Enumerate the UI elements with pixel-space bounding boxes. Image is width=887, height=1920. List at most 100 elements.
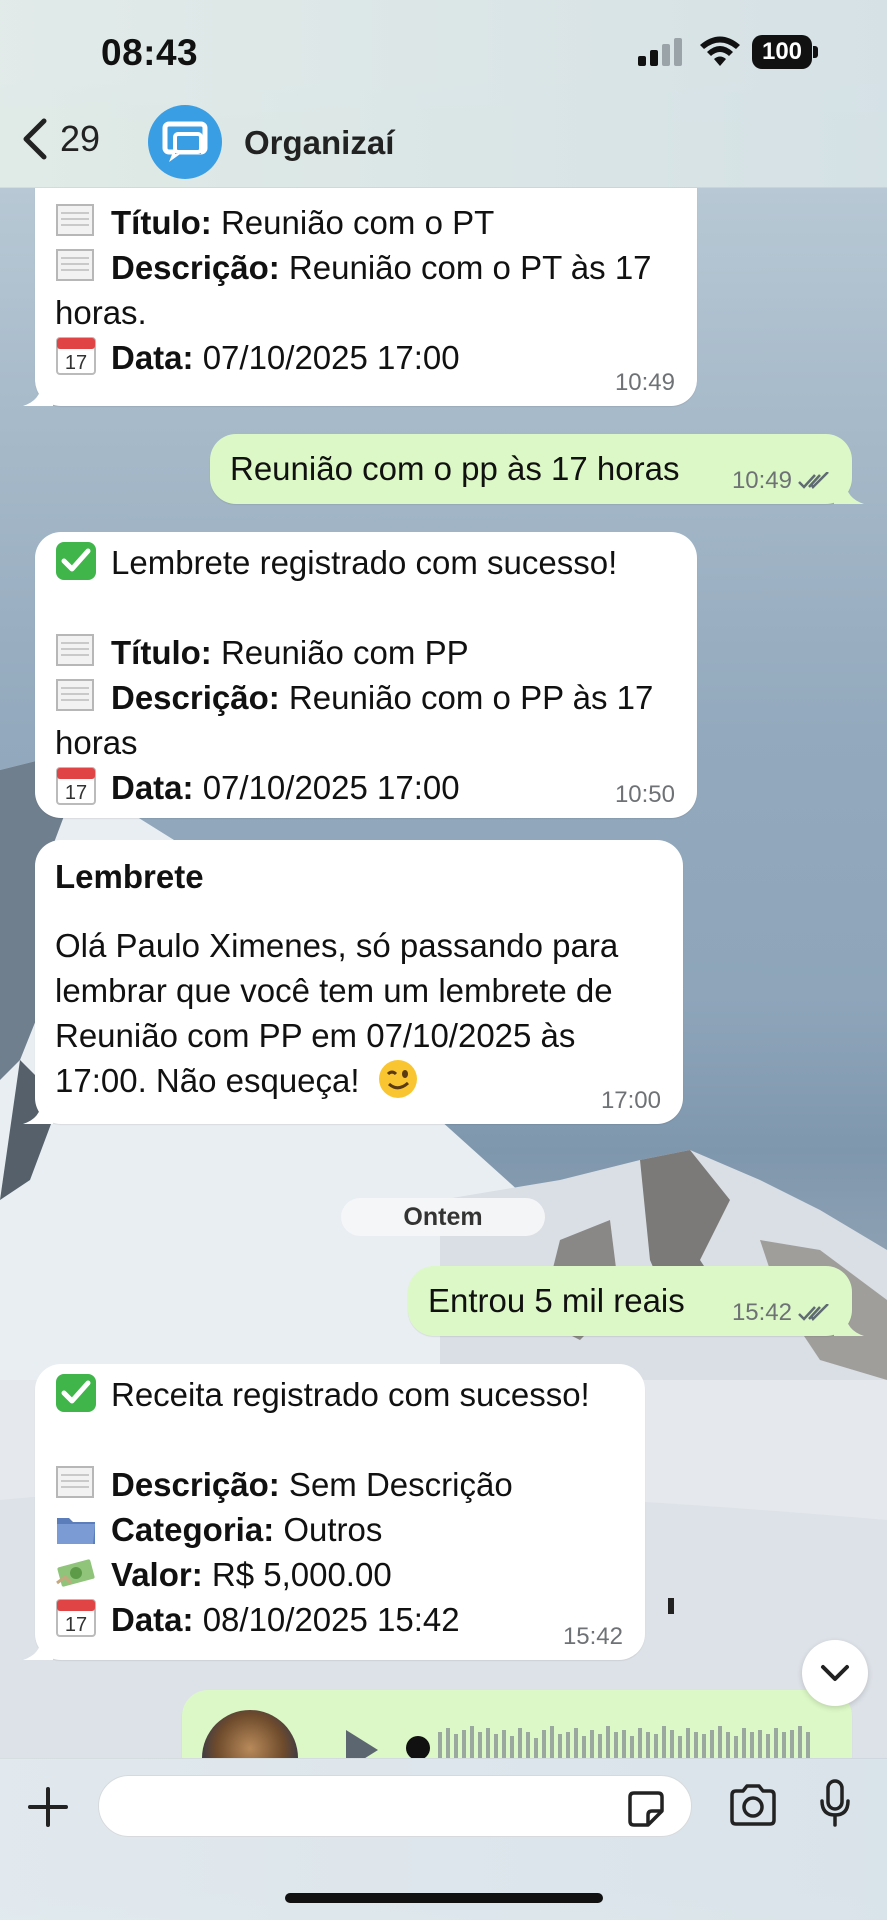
message-line: 17 Data: 07/10/2025 17:00 bbox=[55, 335, 677, 380]
battery-level: 100 bbox=[752, 35, 812, 69]
field-value: Reunião com PP bbox=[211, 634, 469, 671]
field-value: Outros bbox=[274, 1511, 383, 1548]
chevron-down-icon bbox=[821, 1665, 849, 1681]
message-line: Olá Paulo Ximenes, só passando para bbox=[55, 927, 619, 964]
wink-emoji-icon bbox=[378, 1060, 417, 1098]
calendar-icon: 17 bbox=[56, 1599, 96, 1637]
back-button[interactable]: 29 bbox=[20, 118, 100, 160]
message-line: Descrição: Reunião com o PT às 17 bbox=[55, 245, 677, 290]
plus-icon[interactable] bbox=[26, 1785, 70, 1829]
calendar-icon: 17 bbox=[56, 337, 96, 375]
message-line: Valor: R$ 5,000.00 bbox=[55, 1552, 625, 1597]
voice-message[interactable] bbox=[182, 1690, 852, 1758]
message-incoming[interactable]: Título: Reunião com o PT Descrição: Reun… bbox=[23, 188, 697, 406]
message-time: 10:49 bbox=[732, 468, 830, 494]
message-line: Reunião com PP em 07/10/2025 às bbox=[55, 1017, 576, 1054]
field-value: Reunião com o PP às 17 bbox=[279, 679, 654, 716]
field-value: Sem Descrição bbox=[279, 1466, 513, 1503]
play-icon[interactable] bbox=[342, 1728, 382, 1758]
field-label: Descrição: bbox=[111, 679, 280, 716]
folder-icon bbox=[57, 1518, 95, 1544]
message-time: 17:00 bbox=[600, 1087, 661, 1114]
field-value: 07/10/2025 17:00 bbox=[193, 769, 460, 806]
message-time: 15:42 bbox=[732, 1300, 830, 1326]
wifi-icon bbox=[700, 36, 740, 66]
message-line: Título: Reunião com PP bbox=[55, 630, 677, 675]
back-chevron-icon bbox=[23, 118, 47, 160]
unread-count: 29 bbox=[60, 118, 101, 159]
message-list[interactable]: Título: Reunião com o PT Descrição: Reun… bbox=[0, 188, 887, 1758]
message-line: Descrição: Reunião com o PP às 17 bbox=[55, 675, 677, 720]
message-line: Descrição: Sem Descrição bbox=[55, 1462, 625, 1507]
field-label: Data: bbox=[111, 1601, 194, 1638]
message-time: 10:49 bbox=[614, 369, 675, 396]
camera-icon[interactable] bbox=[728, 1783, 778, 1827]
message-line: Receita registrado com sucesso! bbox=[55, 1372, 625, 1417]
page-icon bbox=[56, 249, 94, 281]
message-outgoing[interactable]: Reunião com o pp às 17 horas 10:49 bbox=[210, 434, 864, 504]
time-text: 15:42 bbox=[731, 1299, 792, 1326]
chat-header: 08:43 100 29 Organizaí bbox=[0, 0, 887, 188]
voice-waveform[interactable] bbox=[404, 1720, 824, 1758]
field-label: Título: bbox=[111, 204, 212, 241]
svg-text:17: 17 bbox=[65, 782, 87, 804]
message-incoming[interactable]: Receita registrado com sucesso! Descriçã… bbox=[23, 1364, 645, 1660]
message-incoming[interactable]: Lembrete Olá Paulo Ximenes, só passando … bbox=[23, 840, 683, 1124]
message-line: horas bbox=[55, 724, 138, 761]
message-line: Lembrete registrado com sucesso! bbox=[55, 540, 677, 585]
message-heading: Lembrete bbox=[55, 858, 204, 895]
message-time: 15:42 bbox=[562, 1623, 623, 1650]
field-label: Data: bbox=[111, 769, 194, 806]
status-time: 08:43 bbox=[101, 32, 199, 73]
headline-text: Receita registrado com sucesso! bbox=[111, 1376, 590, 1413]
microphone-icon[interactable] bbox=[818, 1779, 852, 1829]
field-label: Descrição: bbox=[111, 1466, 280, 1503]
field-label: Data: bbox=[111, 339, 194, 376]
message-incoming[interactable]: Lembrete registrado com sucesso! Título:… bbox=[35, 532, 697, 818]
check-mark-icon bbox=[56, 542, 96, 580]
message-input[interactable] bbox=[98, 1775, 692, 1837]
field-value: 08/10/2025 15:42 bbox=[193, 1601, 460, 1638]
sticker-icon[interactable] bbox=[626, 1789, 666, 1829]
page-icon bbox=[56, 679, 94, 711]
field-label: Descrição: bbox=[111, 249, 280, 286]
page-icon bbox=[56, 1466, 94, 1498]
field-label: Categoria: bbox=[111, 1511, 275, 1548]
money-icon bbox=[56, 1559, 95, 1587]
svg-text:17: 17 bbox=[65, 1614, 87, 1636]
headline-text: Lembrete registrado com sucesso! bbox=[111, 544, 618, 581]
double-check-icon bbox=[798, 472, 829, 489]
signal-icon bbox=[638, 38, 682, 66]
message-line: Categoria: Outros bbox=[55, 1507, 625, 1552]
scroll-to-bottom-button[interactable] bbox=[802, 1640, 868, 1706]
field-value: Reunião com o PT às 17 bbox=[279, 249, 652, 286]
field-value: R$ 5,000.00 bbox=[202, 1556, 392, 1593]
svg-text:17: 17 bbox=[65, 352, 87, 374]
message-outgoing[interactable]: Entrou 5 mil reais 15:42 bbox=[408, 1266, 864, 1336]
message-line: 17 Data: 07/10/2025 17:00 bbox=[55, 765, 677, 810]
sender-avatar bbox=[202, 1710, 298, 1758]
page-icon bbox=[56, 634, 94, 666]
chat-avatar[interactable] bbox=[148, 105, 222, 179]
message-line: 17:00. Não esqueça! bbox=[55, 1058, 663, 1103]
calendar-icon: 17 bbox=[56, 767, 96, 805]
message-line: Título: Reunião com o PT bbox=[55, 200, 677, 245]
field-label: Valor: bbox=[111, 1556, 203, 1593]
message-line: lembrar que você tem um lembrete de bbox=[55, 972, 613, 1009]
check-mark-icon bbox=[56, 1374, 96, 1412]
time-text: 10:49 bbox=[731, 467, 792, 494]
battery-icon: 100 bbox=[752, 35, 818, 69]
field-label: Título: bbox=[111, 634, 212, 671]
date-separator: Ontem bbox=[341, 1198, 545, 1236]
chat-bubble-icon bbox=[162, 121, 208, 162]
chat-title[interactable]: Organizaí bbox=[244, 124, 394, 162]
page-icon bbox=[56, 204, 94, 236]
composer-bar bbox=[0, 1758, 887, 1920]
message-line: horas. bbox=[55, 294, 147, 331]
message-line: 17 Data: 08/10/2025 15:42 bbox=[55, 1597, 625, 1642]
field-value: 07/10/2025 17:00 bbox=[193, 339, 460, 376]
message-time: 10:50 bbox=[614, 781, 675, 808]
home-indicator bbox=[285, 1893, 603, 1903]
message-text: 17:00. Não esqueça! bbox=[55, 1062, 360, 1099]
double-check-icon bbox=[798, 1304, 829, 1321]
